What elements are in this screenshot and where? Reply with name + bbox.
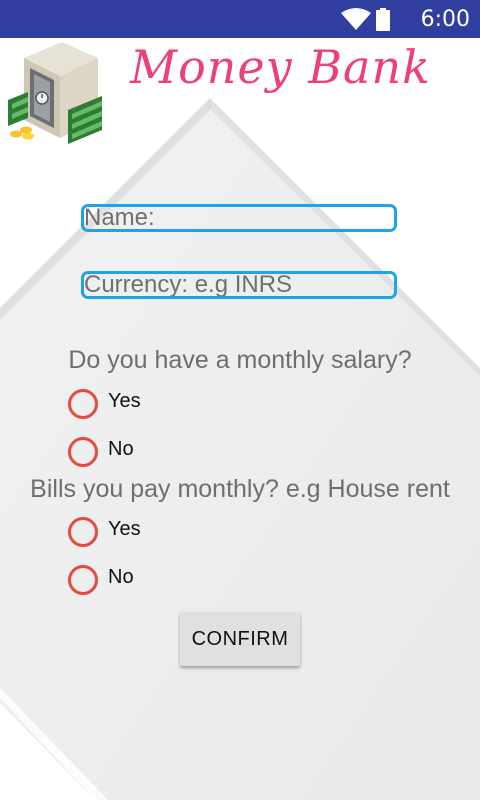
radio-unchecked-icon[interactable] (68, 565, 98, 595)
currency-input[interactable] (84, 274, 394, 296)
salary-question: Do you have a monthly salary? (68, 346, 412, 374)
status-bar: 6:00 (0, 0, 480, 38)
currency-field[interactable] (81, 271, 397, 299)
radio-unchecked-icon[interactable] (68, 437, 98, 467)
salary-no-label[interactable]: No (108, 438, 134, 461)
app-title: Money Bank (130, 40, 431, 94)
bills-no-label[interactable]: No (108, 566, 134, 589)
status-time: 6:00 (420, 7, 470, 32)
money-safe-icon (8, 42, 102, 144)
radio-unchecked-icon[interactable] (68, 389, 98, 419)
bills-question: Bills you pay monthly? e.g House rent (30, 475, 450, 503)
bills-yes-label[interactable]: Yes (108, 518, 141, 541)
name-input[interactable] (84, 207, 394, 229)
name-field[interactable] (81, 204, 397, 232)
status-icons (341, 8, 390, 31)
battery-icon (376, 8, 390, 31)
salary-yes-label[interactable]: Yes (108, 390, 141, 413)
radio-unchecked-icon[interactable] (68, 517, 98, 547)
background-shapes (0, 38, 480, 800)
wifi-icon (341, 8, 371, 30)
confirm-button[interactable]: CONFIRM (180, 612, 300, 666)
